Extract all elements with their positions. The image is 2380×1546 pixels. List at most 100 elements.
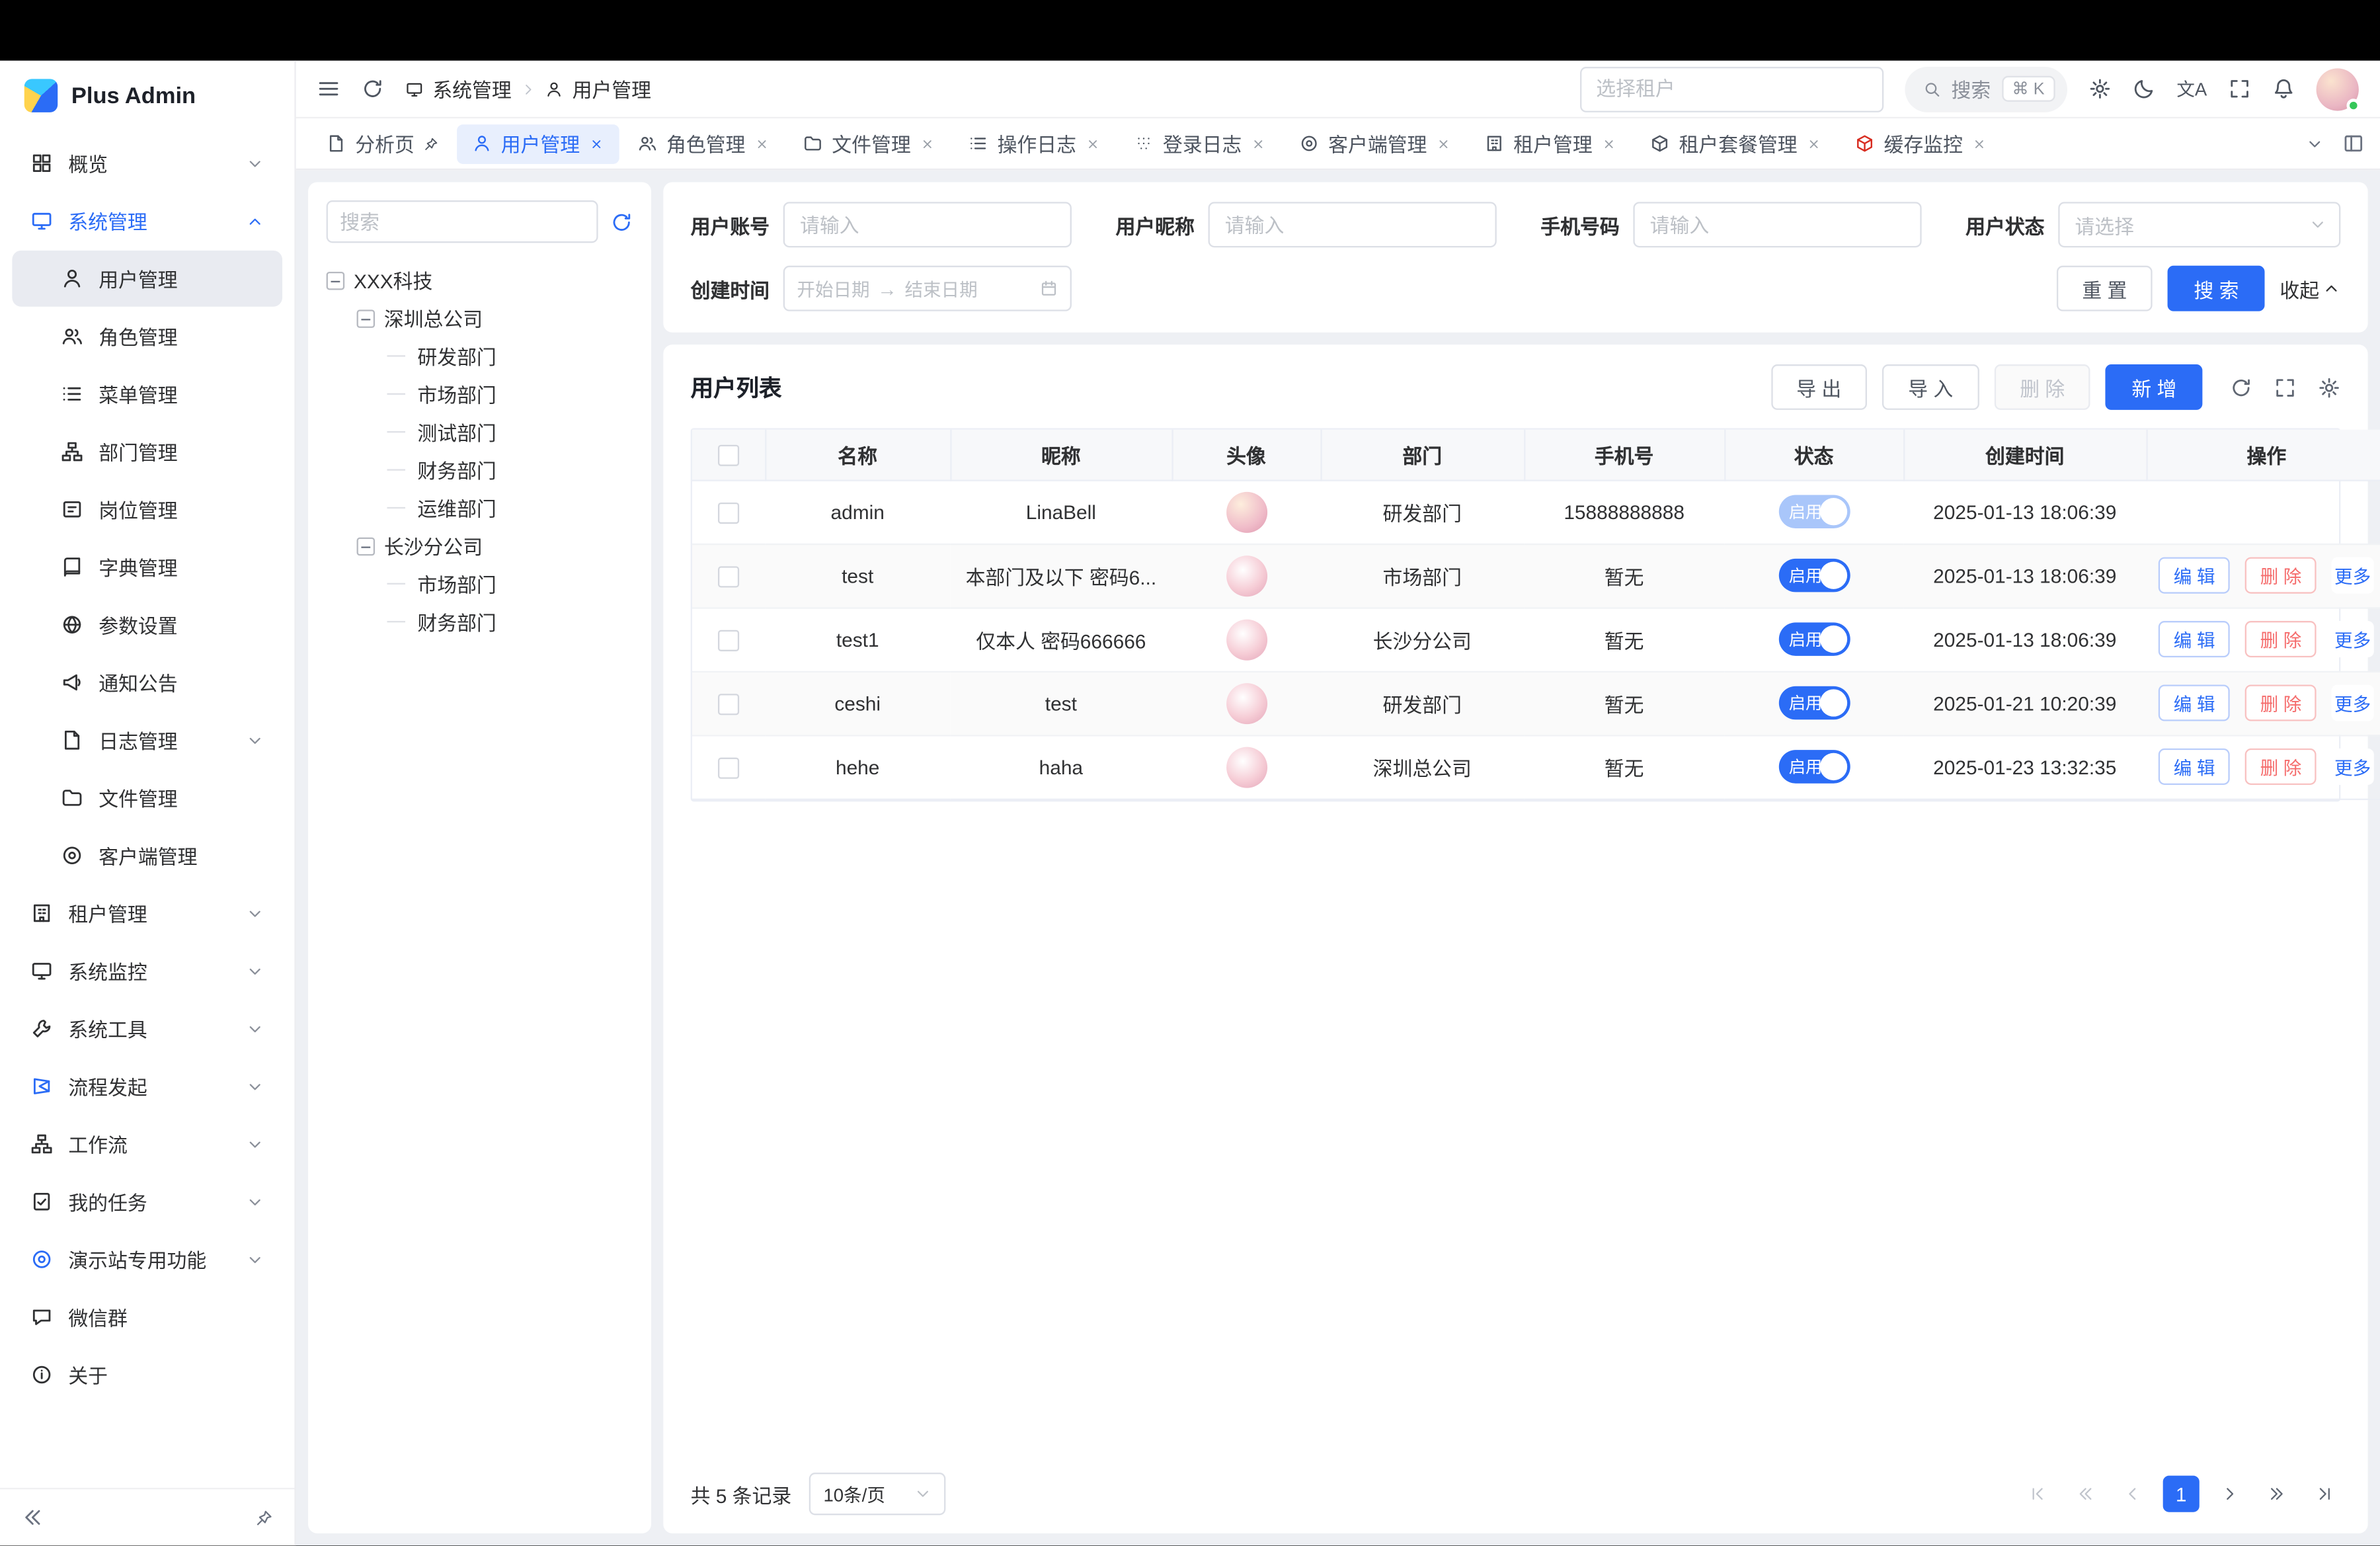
fullscreen-icon[interactable] (2228, 77, 2250, 100)
tab-client-management[interactable]: 客户端管理 (1285, 124, 1467, 163)
close-icon[interactable] (920, 136, 935, 151)
sidebar-item-workflow[interactable]: 工作流 (12, 1116, 282, 1172)
layout-icon[interactable] (2342, 132, 2365, 155)
fullscreen-icon[interactable] (2274, 376, 2296, 398)
current-page-button[interactable]: 1 (2163, 1476, 2200, 1512)
sidebar-item-about[interactable]: 关于 (12, 1346, 282, 1403)
tree-node[interactable]: 长沙分公司 (327, 527, 633, 565)
sidebar-item-wechat-group[interactable]: 微信群 (12, 1289, 282, 1345)
sidebar-item-overview[interactable]: 概览 (12, 135, 282, 191)
table-row[interactable]: test 本部门及以下 密码6... 市场部门 暂无 启用 2025-01-13… (692, 544, 2380, 607)
close-icon[interactable] (754, 136, 770, 151)
user-avatar[interactable] (2317, 67, 2359, 110)
sidebar-item-position-management[interactable]: 岗位管理 (12, 481, 282, 538)
pin-icon[interactable] (424, 136, 439, 151)
more-button[interactable]: 更多 (2331, 684, 2373, 721)
prev-pages-button[interactable] (2069, 1477, 2102, 1511)
tab-login-log[interactable]: 登录日志 (1119, 124, 1281, 163)
delete-row-button[interactable]: 删 除 (2245, 621, 2317, 657)
tab-tenant-management[interactable]: 租户管理 (1470, 124, 1632, 163)
tab-operation-log[interactable]: 操作日志 (953, 124, 1116, 163)
table-row[interactable]: hehe haha 深圳总公司 暂无 启用 2025-01-23 13:32:3… (692, 735, 2380, 798)
row-checkbox[interactable] (718, 630, 739, 651)
sidebar-item-system-management[interactable]: 系统管理 (12, 193, 282, 249)
search-button[interactable]: 搜 索 (2168, 266, 2264, 311)
select-all-checkbox[interactable] (717, 445, 738, 466)
reset-button[interactable]: 重 置 (2056, 266, 2153, 311)
close-icon[interactable] (1086, 136, 1101, 151)
sidebar-item-demo-features[interactable]: 演示站专用功能 (12, 1231, 282, 1287)
close-icon[interactable] (1806, 136, 1821, 151)
tree-node[interactable]: 研发部门 (327, 337, 633, 375)
date-range-picker[interactable]: 开始日期 → 结束日期 (783, 266, 1072, 311)
collapse-node-icon[interactable] (327, 271, 345, 290)
first-page-button[interactable] (2022, 1477, 2055, 1511)
refresh-icon[interactable] (2230, 376, 2252, 398)
tree-refresh-icon[interactable] (610, 210, 633, 233)
close-icon[interactable] (589, 136, 604, 151)
status-toggle[interactable]: 启用 (1778, 622, 1850, 656)
sidebar-item-log-management[interactable]: 日志管理 (12, 712, 282, 768)
collapse-filter-link[interactable]: 收起 (2280, 274, 2340, 303)
status-select[interactable]: 请选择 (2058, 202, 2340, 247)
translate-icon[interactable]: 文A (2176, 76, 2207, 102)
collapse-node-icon[interactable] (357, 309, 376, 327)
tree-node[interactable]: XXX科技 (327, 261, 633, 299)
prev-page-button[interactable] (2116, 1477, 2150, 1511)
sidebar-item-dictionary-management[interactable]: 字典管理 (12, 539, 282, 595)
tab-tenant-package-management[interactable]: 租户套餐管理 (1635, 124, 1837, 163)
next-page-button[interactable] (2213, 1477, 2246, 1511)
row-checkbox[interactable] (718, 757, 739, 778)
tree-node[interactable]: 市场部门 (327, 375, 633, 413)
edit-button[interactable]: 编 辑 (2159, 749, 2231, 785)
collapse-node-icon[interactable] (357, 537, 376, 555)
sidebar-item-my-tasks[interactable]: 我的任务 (12, 1174, 282, 1230)
tree-node[interactable]: 深圳总公司 (327, 299, 633, 337)
collapse-sidebar-icon[interactable] (21, 1506, 44, 1529)
account-input[interactable] (783, 202, 1072, 247)
bell-icon[interactable] (2272, 77, 2295, 100)
row-checkbox[interactable] (718, 694, 739, 715)
gear-icon[interactable] (2088, 77, 2111, 100)
phone-input[interactable] (1633, 202, 1921, 247)
status-toggle[interactable]: 启用 (1778, 686, 1850, 720)
sidebar-item-system-monitoring[interactable]: 系统监控 (12, 943, 282, 999)
tab-file-management[interactable]: 文件管理 (788, 124, 951, 163)
column-header-phone[interactable]: 手机号 (1524, 430, 1724, 480)
close-icon[interactable] (1601, 136, 1616, 151)
sidebar-item-parameter-settings[interactable]: 参数设置 (12, 596, 282, 653)
tree-node[interactable]: 财务部门 (327, 451, 633, 489)
tree-search-input[interactable] (327, 200, 598, 243)
tab-user-management[interactable]: 用户管理 (457, 124, 619, 163)
tree-node[interactable]: 运维部门 (327, 489, 633, 526)
edit-button[interactable]: 编 辑 (2159, 621, 2231, 657)
column-header-actions[interactable]: 操作 (2146, 430, 2380, 480)
column-header-avatar[interactable]: 头像 (1171, 430, 1320, 480)
column-header-created[interactable]: 创建时间 (1903, 430, 2146, 480)
nickname-input[interactable] (1209, 202, 1497, 247)
tree-node[interactable]: 市场部门 (327, 565, 633, 602)
table-row[interactable]: admin LinaBell 研发部门 15888888888 启用 2025-… (692, 480, 2380, 544)
global-search[interactable]: 搜索 ⌘ K (1904, 66, 2067, 112)
column-header-status[interactable]: 状态 (1724, 430, 1903, 480)
more-button[interactable]: 更多 (2331, 749, 2373, 785)
status-toggle[interactable]: 启用 (1778, 495, 1850, 528)
more-button[interactable]: 更多 (2331, 621, 2373, 657)
breadcrumb-item[interactable]: 系统管理 (432, 75, 511, 104)
tab-role-management[interactable]: 角色管理 (622, 124, 785, 163)
hamburger-icon[interactable] (317, 77, 340, 100)
delete-row-button[interactable]: 删 除 (2245, 684, 2317, 721)
close-icon[interactable] (1436, 136, 1451, 151)
sidebar-item-file-management[interactable]: 文件管理 (12, 770, 282, 826)
refresh-icon[interactable] (361, 77, 383, 100)
tree-node[interactable]: 测试部门 (327, 413, 633, 450)
edit-button[interactable]: 编 辑 (2159, 684, 2231, 721)
sidebar-item-user-management[interactable]: 用户管理 (12, 251, 282, 307)
next-pages-button[interactable] (2260, 1477, 2294, 1511)
table-row[interactable]: ceshi test 研发部门 暂无 启用 2025-01-21 10:20:3… (692, 671, 2380, 735)
column-header-department[interactable]: 部门 (1320, 430, 1524, 480)
gear-icon[interactable] (2318, 376, 2340, 398)
tab-cache-monitor[interactable]: 缓存监控 (1840, 124, 2003, 163)
status-toggle[interactable]: 启用 (1778, 750, 1850, 784)
sidebar-item-tenant-management[interactable]: 租户管理 (12, 885, 282, 942)
